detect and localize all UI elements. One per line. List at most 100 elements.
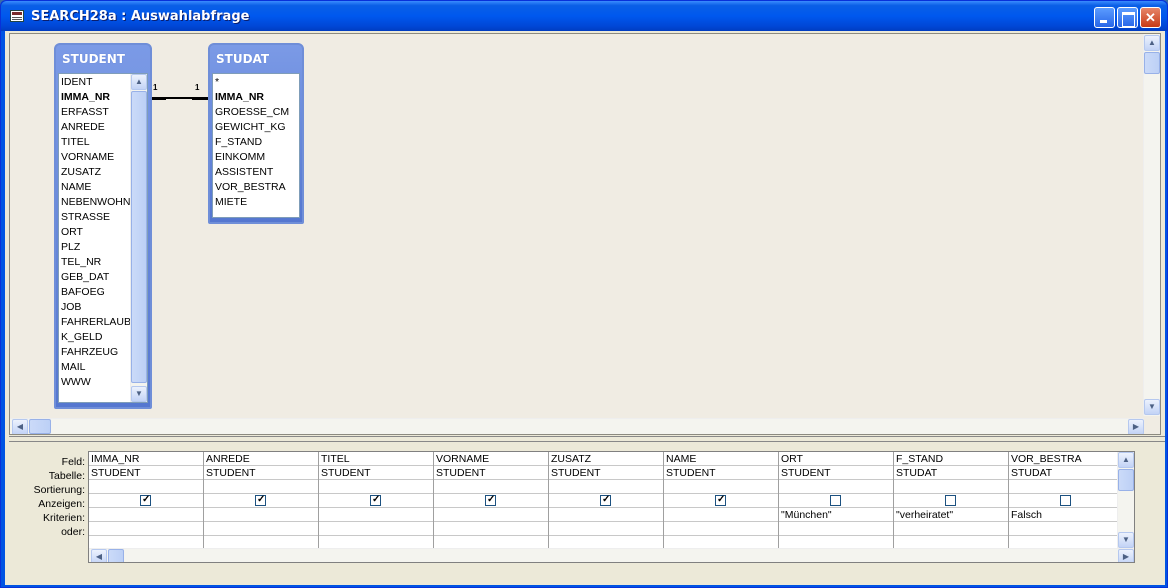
- field-list-item[interactable]: FAHRERLAUB: [59, 315, 131, 330]
- show-checkbox[interactable]: [370, 494, 381, 507]
- grid-horizontal-scrollbar[interactable]: ◀ ▶: [89, 548, 1134, 562]
- field-list-item[interactable]: ASSISTENT: [213, 165, 299, 180]
- scroll-right-icon[interactable]: ▶: [1128, 419, 1144, 434]
- grid-cell-tabelle[interactable]: STUDENT: [89, 466, 203, 480]
- grid-cell-anzeigen[interactable]: [664, 494, 778, 508]
- field-list-item[interactable]: BAFOEG: [59, 285, 131, 300]
- scroll-thumb[interactable]: [131, 91, 147, 383]
- show-checkbox[interactable]: [1060, 495, 1071, 506]
- grid-cell-kriterien[interactable]: "München": [779, 508, 893, 522]
- field-list-item[interactable]: IDENT: [59, 75, 131, 90]
- grid-cell-oder[interactable]: [549, 522, 663, 536]
- query-design-grid[interactable]: IMMA_NRSTUDENTANREDESTUDENTTITELSTUDENTV…: [88, 451, 1135, 563]
- grid-cell-tabelle[interactable]: STUDENT: [549, 466, 663, 480]
- field-list-item[interactable]: IMMA_NR: [59, 90, 131, 105]
- field-list-item[interactable]: WWW: [59, 375, 131, 390]
- minimize-button[interactable]: [1094, 7, 1115, 28]
- field-list-item[interactable]: VORNAME: [59, 150, 131, 165]
- grid-column[interactable]: IMMA_NR STUDENT: [89, 452, 204, 548]
- design-pane-vertical-scrollbar[interactable]: ▲ ▼: [1143, 34, 1160, 416]
- grid-cell-sortierung[interactable]: [779, 480, 893, 494]
- grid-cell-feld[interactable]: ANREDE: [204, 452, 318, 466]
- title-bar[interactable]: SEARCH28a : Auswahlabfrage ✕: [1, 1, 1167, 31]
- field-list-item[interactable]: ORT: [59, 225, 131, 240]
- pane-splitter[interactable]: [9, 436, 1165, 442]
- grid-cell-kriterien[interactable]: [434, 508, 548, 522]
- grid-cell-anzeigen[interactable]: [89, 494, 203, 508]
- field-list-item[interactable]: NEBENWOHN: [59, 195, 131, 210]
- scroll-down-icon[interactable]: ▼: [131, 386, 147, 402]
- grid-cell-oder[interactable]: [89, 522, 203, 536]
- grid-cell-feld[interactable]: IMMA_NR: [89, 452, 203, 466]
- student-table-title[interactable]: STUDENT: [56, 45, 150, 73]
- grid-column[interactable]: ORT STUDENT "München": [779, 452, 894, 548]
- grid-cell-sortierung[interactable]: [549, 480, 663, 494]
- grid-cell-tabelle[interactable]: STUDAT: [894, 466, 1008, 480]
- grid-column[interactable]: TITEL STUDENT: [319, 452, 434, 548]
- grid-cell-oder[interactable]: [319, 522, 433, 536]
- show-checkbox[interactable]: [255, 494, 266, 507]
- scroll-up-icon[interactable]: ▲: [131, 74, 147, 90]
- field-list-item[interactable]: ERFASST: [59, 105, 131, 120]
- field-list-item[interactable]: MAIL: [59, 360, 131, 375]
- scroll-thumb[interactable]: [108, 549, 124, 562]
- grid-cell-tabelle[interactable]: STUDENT: [664, 466, 778, 480]
- grid-cell-oder[interactable]: [434, 522, 548, 536]
- grid-cell-kriterien[interactable]: [89, 508, 203, 522]
- grid-cell-sortierung[interactable]: [664, 480, 778, 494]
- show-checkbox[interactable]: [600, 494, 611, 507]
- field-list-item[interactable]: TEL_NR: [59, 255, 131, 270]
- studat-table-title[interactable]: STUDAT: [210, 45, 302, 73]
- scroll-down-icon[interactable]: ▼: [1144, 399, 1160, 415]
- field-list-item[interactable]: IMMA_NR: [213, 90, 299, 105]
- show-checkbox[interactable]: [485, 494, 496, 507]
- table-design-pane[interactable]: STUDENT IDENT IMMA_NR ERFASST ANREDE TITEL VO…: [9, 33, 1161, 435]
- grid-cell-tabelle[interactable]: STUDENT: [319, 466, 433, 480]
- maximize-button[interactable]: [1117, 7, 1138, 28]
- grid-cell-anzeigen[interactable]: [319, 494, 433, 508]
- field-list-item[interactable]: EINKOMM: [213, 150, 299, 165]
- field-list-item[interactable]: PLZ: [59, 240, 131, 255]
- grid-cell-sortierung[interactable]: [434, 480, 548, 494]
- field-list-item[interactable]: JOB: [59, 300, 131, 315]
- show-checkbox[interactable]: [945, 495, 956, 506]
- scroll-up-icon[interactable]: ▲: [1144, 35, 1160, 51]
- student-field-listbox[interactable]: IDENT IMMA_NR ERFASST ANREDE TITEL VORNAME ZUS…: [58, 73, 148, 403]
- grid-cell-sortierung[interactable]: [1009, 480, 1123, 494]
- grid-cell-tabelle[interactable]: STUDENT: [434, 466, 548, 480]
- field-list-item[interactable]: TITEL: [59, 135, 131, 150]
- grid-column[interactable]: ANREDE STUDENT: [204, 452, 319, 548]
- scroll-thumb[interactable]: [1118, 469, 1134, 491]
- grid-cell-sortierung[interactable]: [319, 480, 433, 494]
- grid-cell-kriterien[interactable]: [664, 508, 778, 522]
- query-icon[interactable]: [10, 10, 24, 22]
- grid-cell-feld[interactable]: ORT: [779, 452, 893, 466]
- grid-column[interactable]: F_STAND STUDAT "verheiratet": [894, 452, 1009, 548]
- scroll-down-icon[interactable]: ▼: [1118, 532, 1134, 548]
- field-list-item[interactable]: VOR_BESTRA: [213, 180, 299, 195]
- show-checkbox[interactable]: [140, 494, 151, 507]
- show-checkbox[interactable]: [715, 494, 726, 507]
- grid-cell-feld[interactable]: NAME: [664, 452, 778, 466]
- grid-column[interactable]: VOR_BESTRA STUDAT Falsch: [1009, 452, 1124, 548]
- grid-cell-anzeigen[interactable]: [894, 494, 1008, 508]
- design-pane-horizontal-scrollbar[interactable]: ◀ ▶: [10, 418, 1144, 434]
- grid-cell-oder[interactable]: [1009, 522, 1123, 536]
- grid-cell-oder[interactable]: [894, 522, 1008, 536]
- field-list-item[interactable]: K_GELD: [59, 330, 131, 345]
- field-list-item[interactable]: NAME: [59, 180, 131, 195]
- grid-column[interactable]: NAME STUDENT: [664, 452, 779, 548]
- grid-cell-oder[interactable]: [664, 522, 778, 536]
- grid-vertical-scrollbar[interactable]: ▲ ▼: [1117, 452, 1134, 548]
- grid-cell-feld[interactable]: VOR_BESTRA: [1009, 452, 1123, 466]
- grid-cell-feld[interactable]: TITEL: [319, 452, 433, 466]
- grid-cell-kriterien[interactable]: Falsch: [1009, 508, 1123, 522]
- grid-column[interactable]: VORNAME STUDENT: [434, 452, 549, 548]
- student-list-scrollbar[interactable]: ▲ ▼: [130, 74, 147, 402]
- close-button[interactable]: ✕: [1140, 7, 1161, 28]
- grid-cell-anzeigen[interactable]: [1009, 494, 1123, 508]
- scroll-left-icon[interactable]: ◀: [91, 549, 107, 562]
- grid-cell-kriterien[interactable]: [319, 508, 433, 522]
- field-list-item[interactable]: GEWICHT_KG: [213, 120, 299, 135]
- grid-cell-anzeigen[interactable]: [434, 494, 548, 508]
